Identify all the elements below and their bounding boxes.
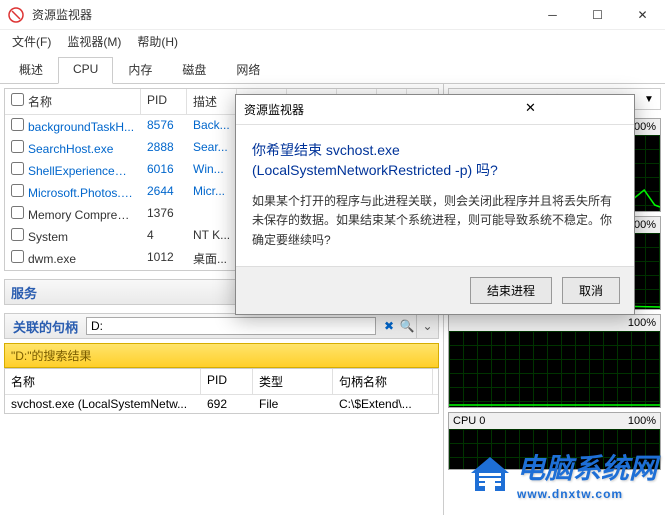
hcol-type[interactable]: 类型: [253, 369, 333, 394]
menubar: 文件(F) 监视器(M) 帮助(H): [0, 30, 665, 52]
confirm-dialog: 资源监视器 ✕ 你希望结束 svchost.exe (LocalSystemNe…: [235, 94, 635, 315]
dialog-title: 资源监视器: [244, 101, 435, 118]
row-checkbox[interactable]: [11, 140, 24, 153]
clear-search-icon[interactable]: ✖: [380, 319, 398, 333]
view-dropdown-icon[interactable]: ▼: [644, 94, 660, 105]
handle-row[interactable]: svchost.exe (LocalSystemNetw... 692 File…: [5, 395, 438, 413]
row-checkbox[interactable]: [11, 162, 24, 175]
watermark: 电脑系统网 www.dnxtw.com: [469, 447, 657, 501]
handle-hname: C:\$Extend\...: [333, 395, 433, 413]
minimize-button[interactable]: ─: [530, 0, 575, 30]
tab-network[interactable]: 网络: [221, 56, 275, 83]
end-process-button[interactable]: 结束进程: [470, 277, 552, 304]
handle-search-input[interactable]: [86, 317, 376, 335]
dialog-question: 你希望结束 svchost.exe (LocalSystemNetworkRes…: [252, 141, 618, 180]
tab-bar: 概述 CPU 内存 磁盘 网络: [0, 52, 665, 84]
cancel-button[interactable]: 取消: [562, 277, 620, 304]
watermark-url: www.dnxtw.com: [517, 487, 657, 501]
titlebar: 资源监视器 ─ ☐ ✕: [0, 0, 665, 30]
handles-panel: 关联的句柄 ✖ 🔍 ⌄: [4, 313, 439, 339]
tab-overview[interactable]: 概述: [4, 56, 58, 83]
col-name[interactable]: 名称: [28, 95, 52, 109]
hcol-pid[interactable]: PID: [201, 369, 253, 394]
search-icon[interactable]: 🔍: [398, 319, 416, 333]
tab-memory[interactable]: 内存: [113, 56, 167, 83]
row-checkbox[interactable]: [11, 250, 24, 263]
hcol-name[interactable]: 名称: [5, 369, 201, 394]
menu-help[interactable]: 帮助(H): [129, 31, 186, 52]
select-all-checkbox[interactable]: [11, 93, 24, 106]
dialog-message: 如果某个打开的程序与此进程关联，则会关闭此程序并且将丢失所有未保存的数据。如果结…: [252, 192, 618, 250]
chart-pct-4: 100%: [628, 415, 656, 427]
maximize-button[interactable]: ☐: [575, 0, 620, 30]
hcol-hname[interactable]: 句柄名称: [333, 369, 433, 394]
row-checkbox[interactable]: [11, 228, 24, 241]
handle-name: svchost.exe (LocalSystemNetw...: [5, 395, 201, 413]
chart-pct-3: 100%: [628, 317, 656, 329]
tab-disk[interactable]: 磁盘: [167, 56, 221, 83]
handle-pid: 692: [201, 395, 253, 413]
window-title: 资源监视器: [32, 6, 530, 23]
close-button[interactable]: ✕: [620, 0, 665, 30]
cpu-chart-3: 100%: [448, 314, 661, 408]
handles-label: 关联的句柄: [5, 317, 86, 336]
col-pid[interactable]: PID: [141, 89, 187, 114]
house-icon: [469, 455, 511, 493]
col-desc[interactable]: 描述: [187, 89, 237, 114]
search-results-header: "D:"的搜索结果: [4, 343, 439, 368]
app-icon: [8, 7, 24, 23]
chevron-down-icon[interactable]: ⌄: [416, 314, 438, 338]
row-checkbox[interactable]: [11, 118, 24, 131]
menu-file[interactable]: 文件(F): [4, 31, 59, 52]
row-checkbox[interactable]: [11, 206, 24, 219]
menu-monitor[interactable]: 监视器(M): [59, 31, 129, 52]
cpu0-label: CPU 0: [453, 415, 485, 427]
dialog-close-button[interactable]: ✕: [435, 100, 626, 120]
handle-type: File: [253, 395, 333, 413]
tab-cpu[interactable]: CPU: [58, 57, 113, 84]
row-checkbox[interactable]: [11, 184, 24, 197]
handles-table: 名称 PID 类型 句柄名称 svchost.exe (LocalSystemN…: [4, 368, 439, 414]
watermark-text: 电脑系统网: [517, 453, 657, 484]
